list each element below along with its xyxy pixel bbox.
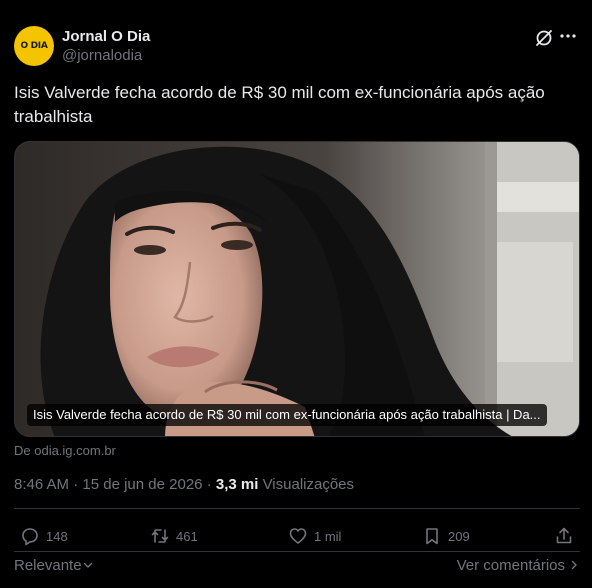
more-dots-icon[interactable]	[556, 26, 580, 46]
card-photo	[15, 142, 579, 436]
divider	[14, 508, 580, 509]
meta-separator: ·	[73, 476, 79, 493]
sort-dropdown[interactable]: Relevante	[14, 557, 94, 574]
action-bar: 148 461 1 mil 209	[14, 525, 580, 547]
card-source[interactable]: De odia.ig.com.br	[14, 443, 116, 459]
replies-footer: Relevante Ver comentários	[14, 557, 580, 577]
heart-icon	[289, 528, 307, 544]
bookmark-count: 209	[448, 528, 470, 544]
tweet-time[interactable]: 8:46 AM	[14, 476, 69, 493]
repost-icon	[151, 529, 169, 543]
like-button[interactable]: 1 mil	[288, 525, 341, 547]
author-names: Jornal O Dia @jornalodia	[62, 27, 150, 66]
tweet-text: Isis Valverde fecha acordo de R$ 30 mil …	[14, 83, 545, 126]
meta-separator: ·	[206, 476, 212, 493]
see-replies-label: Ver comentários	[456, 557, 565, 574]
link-card[interactable]: Isis Valverde fecha acordo de R$ 30 mil …	[14, 141, 580, 437]
avatar-logo-text: O DIA	[20, 41, 48, 51]
author-handle[interactable]: @jornalodia	[62, 46, 150, 66]
share-icon	[556, 527, 572, 544]
bookmark-button[interactable]: 209	[422, 525, 470, 547]
repost-button[interactable]: 461	[150, 525, 198, 547]
chevron-down-icon	[82, 557, 94, 574]
chevron-right-icon	[565, 557, 580, 574]
views-label: Visualizações	[262, 476, 355, 493]
sort-label: Relevante	[14, 557, 82, 574]
reply-count: 148	[46, 528, 68, 544]
share-button[interactable]	[554, 525, 580, 547]
grok-slash-icon[interactable]	[534, 28, 554, 48]
bookmark-icon	[426, 528, 438, 545]
tweet-header: O DIA Jornal O Dia @jornalodia	[14, 24, 580, 68]
avatar[interactable]: O DIA	[14, 26, 54, 66]
author-display-name[interactable]: Jornal O Dia	[62, 27, 150, 46]
repost-count: 461	[176, 528, 198, 544]
reply-icon	[22, 528, 38, 546]
divider	[14, 551, 580, 552]
views-count: 3,3 mi	[215, 476, 259, 493]
tweet-date[interactable]: 15 de jun de 2026	[82, 476, 202, 493]
see-replies-link[interactable]: Ver comentários	[457, 557, 580, 574]
reply-button[interactable]: 148	[20, 525, 68, 547]
card-caption: Isis Valverde fecha acordo de R$ 30 mil …	[27, 404, 547, 426]
tweet-meta: 8:46 AM · 15 de jun de 2026 · 3,3 mi Vis…	[14, 475, 354, 495]
like-count: 1 mil	[314, 528, 342, 544]
